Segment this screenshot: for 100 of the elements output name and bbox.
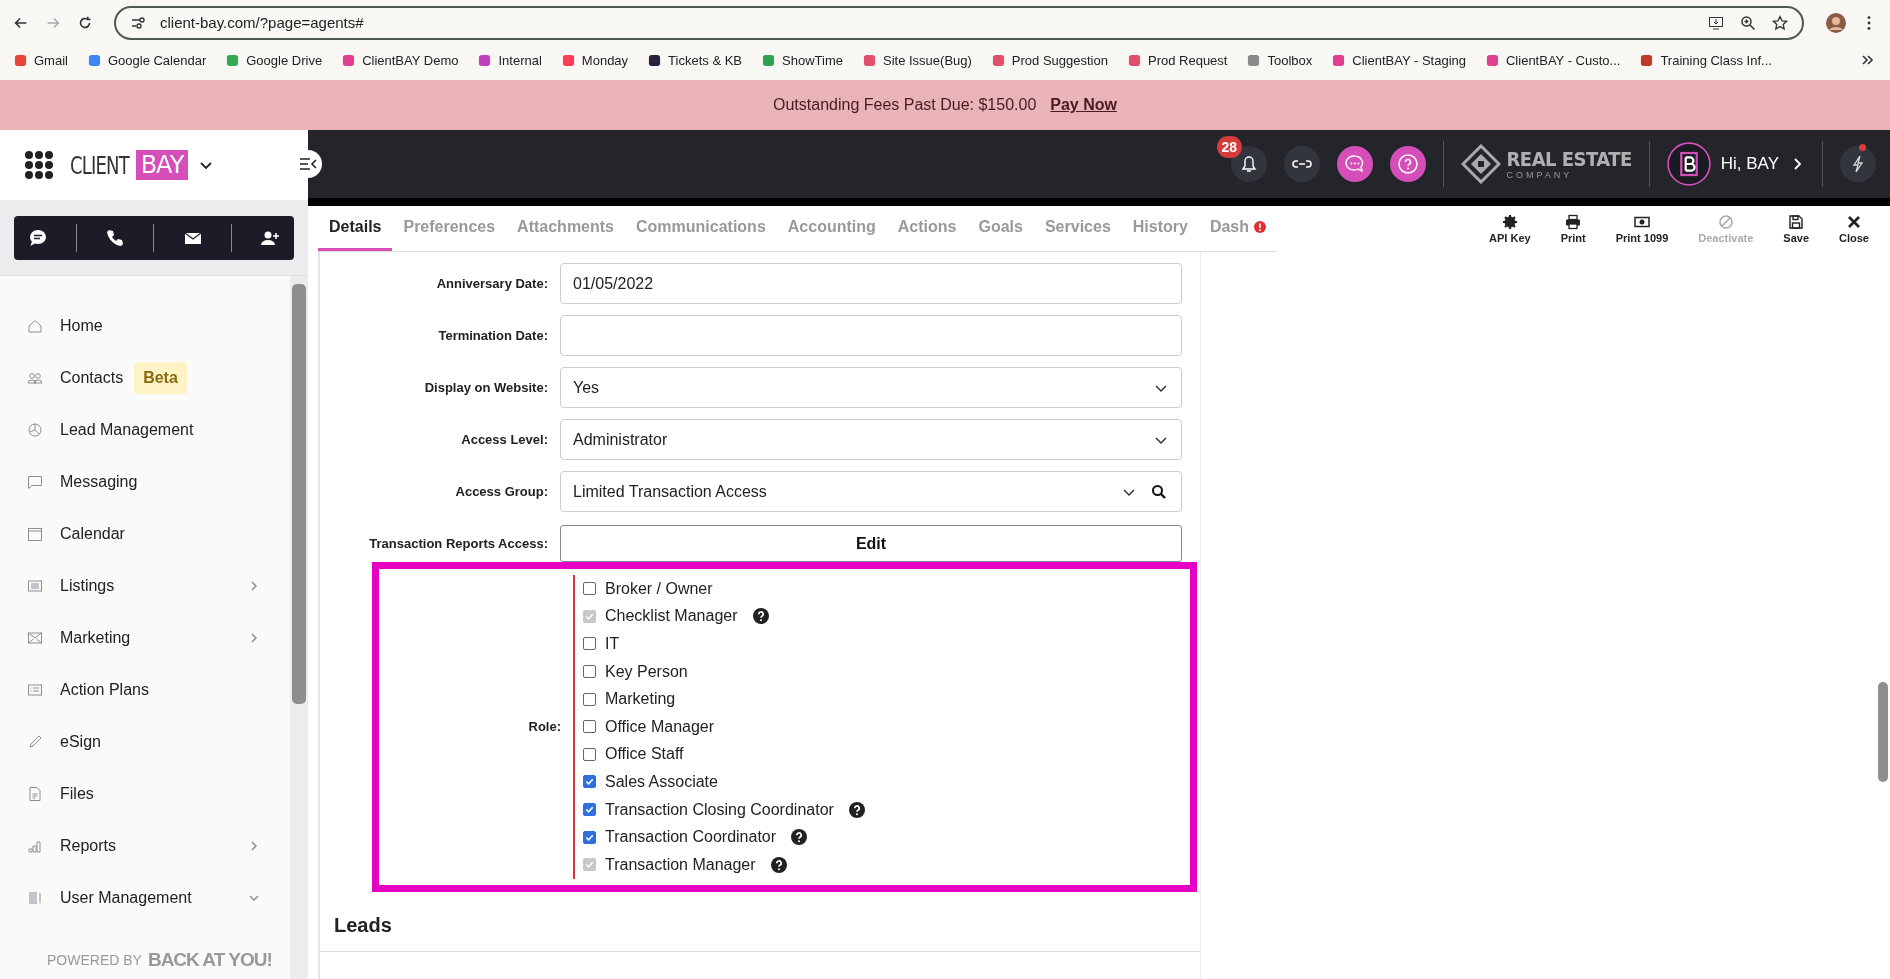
- star-icon[interactable]: [1772, 14, 1788, 31]
- checkbox-label: Transaction Closing Coordinator: [605, 800, 834, 819]
- checkbox[interactable]: [583, 775, 596, 789]
- brand-name: REAL ESTATE: [1506, 148, 1632, 170]
- search-icon[interactable]: [1151, 483, 1167, 500]
- sidebar-item[interactable]: Marketing: [27, 612, 290, 664]
- bookmark[interactable]: Google Calendar: [87, 52, 207, 68]
- mail-icon: [27, 630, 43, 646]
- close-icon: [1846, 214, 1862, 230]
- user-menu[interactable]: Hi, BAY: [1666, 142, 1805, 186]
- field-label: Anniversary Date:: [435, 276, 548, 291]
- sidebar-item[interactable]: User Management: [27, 872, 290, 924]
- brand-tagline: COMPANY: [1506, 170, 1574, 180]
- toolbar-button[interactable]: Print: [1545, 206, 1601, 252]
- select-field[interactable]: Limited Transaction Access: [560, 471, 1182, 512]
- checkbox-label: Office Manager: [605, 717, 715, 736]
- bookmark[interactable]: Internal: [478, 52, 542, 68]
- field-label: Access Group:: [454, 484, 548, 499]
- sidebar-item[interactable]: Contacts Beta: [27, 352, 290, 404]
- sidebar-item[interactable]: Listings: [27, 560, 290, 612]
- checkbox[interactable]: [583, 830, 596, 844]
- printer-icon: [1565, 214, 1582, 230]
- sidebar-item[interactable]: Home: [27, 300, 290, 352]
- bookmark[interactable]: Site Issue(Bug): [862, 52, 972, 68]
- save-icon: [1788, 214, 1805, 230]
- bookmark[interactable]: Prod Suggestion: [991, 52, 1108, 68]
- bookmark[interactable]: Monday: [561, 52, 629, 68]
- brand-logo-text: BACK AT YOU!: [147, 949, 272, 971]
- field-label: Termination Date:: [437, 328, 548, 343]
- sidebar-item[interactable]: Calendar: [27, 508, 290, 560]
- chat-icon[interactable]: [1336, 146, 1373, 182]
- sidebar-item[interactable]: Reports: [27, 820, 290, 872]
- text-field[interactable]: [560, 315, 1182, 356]
- sidebar-item[interactable]: Lead Management: [27, 404, 290, 456]
- banner-message: Outstanding Fees Past Due: $150.00: [773, 96, 1037, 114]
- checkbox[interactable]: [583, 747, 596, 761]
- zoom-icon[interactable]: [1740, 14, 1756, 31]
- address-bar[interactable]: client-bay.com/?page=agents#: [114, 5, 1804, 40]
- check-icon: [584, 776, 595, 788]
- check-icon: [584, 804, 595, 816]
- sidebar-item[interactable]: Action Plans: [27, 664, 290, 716]
- sidebar-item[interactable]: Messaging: [27, 456, 290, 508]
- toolbar-button[interactable]: Save: [1768, 206, 1825, 252]
- avatar-icon[interactable]: [1826, 12, 1846, 33]
- install-icon[interactable]: [1708, 14, 1724, 31]
- bars-icon: [27, 838, 43, 854]
- bookmark[interactable]: Google Drive: [226, 52, 323, 68]
- section-heading: Leads: [333, 912, 393, 937]
- edit-button[interactable]: Edit: [560, 525, 1182, 562]
- phone-icon[interactable]: [105, 227, 126, 248]
- toolbar-button[interactable]: Print 1099: [1600, 206, 1684, 252]
- bookmark[interactable]: Prod Request: [1127, 52, 1228, 68]
- notification-badge: 28: [1216, 136, 1243, 158]
- bolt-icon[interactable]: [1840, 146, 1876, 182]
- bookmark[interactable]: Toolbox: [1247, 52, 1313, 68]
- checkbox[interactable]: [583, 582, 596, 596]
- checkbox[interactable]: [583, 637, 596, 651]
- checkbox-label: Marketing: [605, 690, 676, 709]
- checkbox[interactable]: [583, 692, 596, 706]
- chat-icon[interactable]: [28, 227, 49, 248]
- checkbox-label: Transaction Manager: [605, 855, 756, 874]
- home-icon: [27, 318, 43, 334]
- toolbar-button[interactable]: API Key: [1474, 206, 1546, 252]
- bookmark[interactable]: ClientBAY Demo: [342, 52, 459, 68]
- help-icon[interactable]: [1389, 146, 1426, 182]
- sidebar-item[interactable]: Files: [27, 768, 290, 820]
- beta-badge: Beta: [134, 362, 187, 394]
- bookmark[interactable]: Training Class Inf...: [1640, 52, 1772, 68]
- pay-now-link[interactable]: Pay Now: [1050, 96, 1117, 114]
- text-field[interactable]: 01/05/2022: [560, 263, 1182, 304]
- help-icon[interactable]: [791, 829, 808, 846]
- people-icon: [27, 370, 43, 386]
- field-label: Display on Website:: [423, 380, 548, 395]
- link-icon[interactable]: [1283, 146, 1320, 182]
- money-icon: [1634, 214, 1650, 230]
- select-field[interactable]: Administrator: [560, 419, 1182, 460]
- checkbox-label: Transaction Coordinator: [605, 828, 777, 847]
- sidebar-item[interactable]: eSign: [27, 716, 290, 768]
- bookmark[interactable]: Tickets & KB: [648, 52, 743, 68]
- bookmark[interactable]: ClientBAY - Staging: [1332, 52, 1466, 68]
- bookmark[interactable]: ClientBAY - Custo...: [1486, 52, 1621, 68]
- doc-icon: [27, 890, 43, 906]
- checkbox[interactable]: [583, 665, 596, 679]
- checkbox-label: Office Staff: [605, 745, 684, 764]
- checkbox-label: Broker / Owner: [605, 579, 713, 598]
- checkbox[interactable]: [583, 803, 596, 817]
- site-settings-icon[interactable]: [130, 14, 146, 31]
- field-label: Transaction Reports Access:: [368, 536, 548, 551]
- bookmark[interactable]: ShowTime: [762, 52, 843, 68]
- checkbox-label: Key Person: [605, 662, 688, 681]
- scrollbar-thumb[interactable]: [1878, 682, 1888, 782]
- help-icon[interactable]: [848, 801, 865, 818]
- bookmark[interactable]: Gmail: [14, 52, 68, 68]
- select-field[interactable]: Yes: [560, 367, 1182, 408]
- scrollbar-thumb[interactable]: [292, 284, 306, 704]
- apps-grid-icon[interactable]: [24, 150, 54, 180]
- checkbox-label: IT: [605, 635, 620, 653]
- checkbox[interactable]: [583, 720, 596, 734]
- toolbar-button[interactable]: Close: [1824, 206, 1884, 252]
- field-label: Access Level:: [460, 432, 548, 447]
